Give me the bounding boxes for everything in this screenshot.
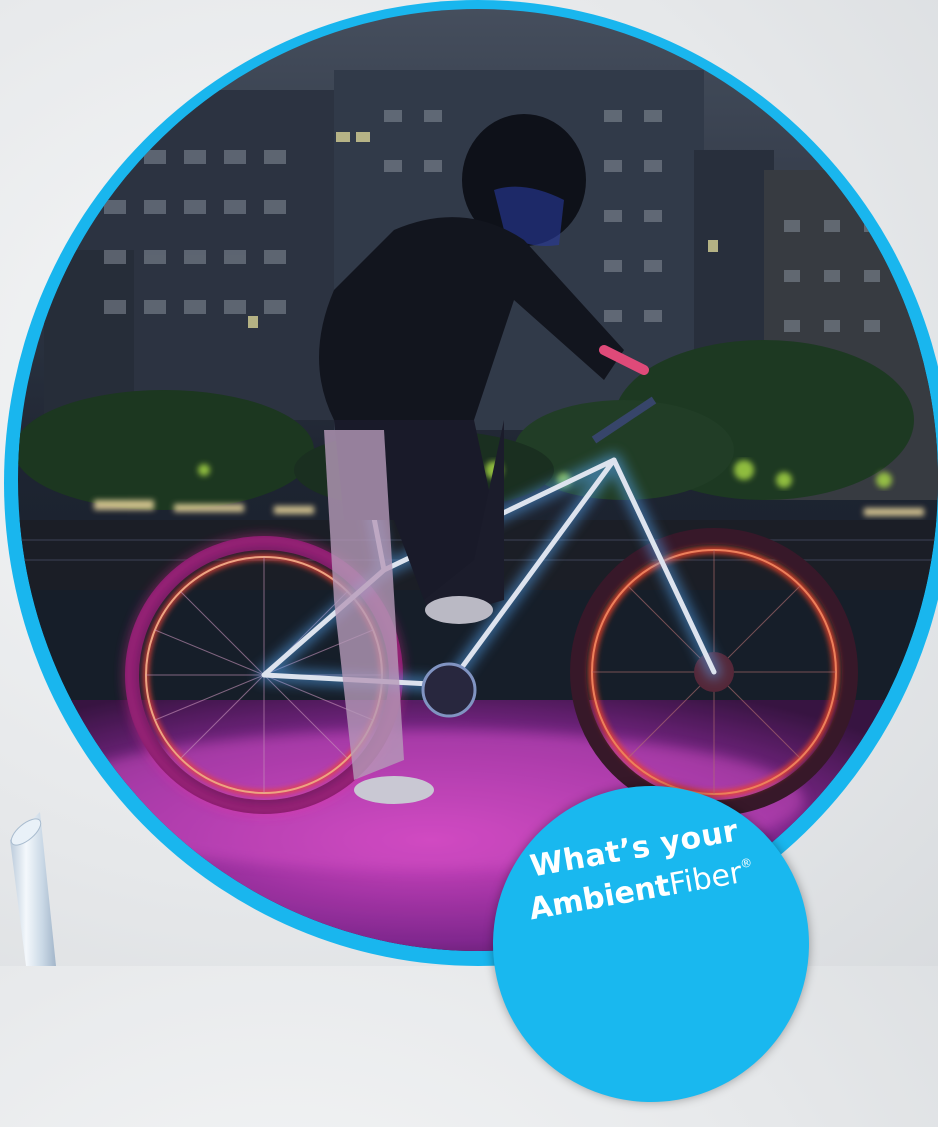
- registered-mark: ®: [739, 855, 754, 872]
- night-cycling-photo: [18, 9, 938, 951]
- brand-name-light: Fiber: [666, 855, 745, 903]
- ad-visual: What’s your AmbientFiber®: [0, 0, 938, 1127]
- fiber-tube-graphic: [10, 812, 56, 966]
- photo-circle: [4, 0, 938, 966]
